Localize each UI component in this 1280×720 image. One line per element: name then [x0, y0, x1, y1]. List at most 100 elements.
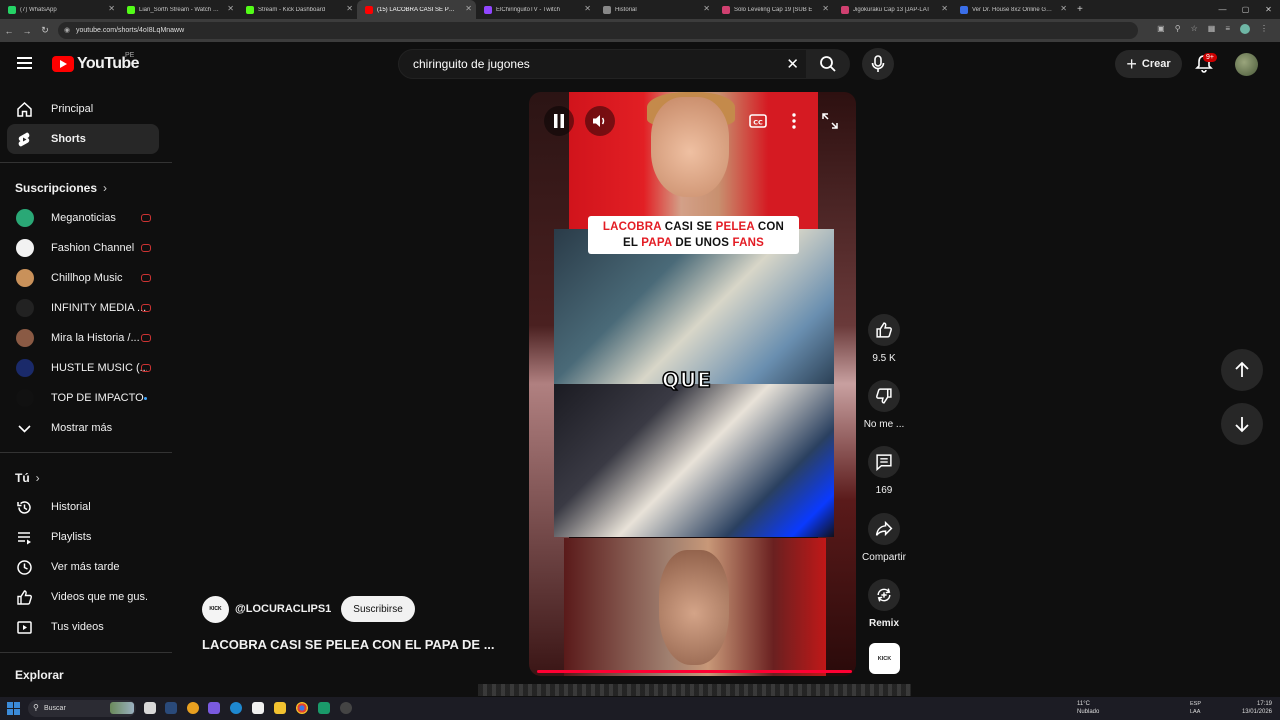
weather-widget[interactable]: 11°C Nublado — [1077, 700, 1099, 716]
volume-button[interactable] — [585, 106, 615, 136]
browser-tab[interactable]: (7) WhatsApp ✕ — [0, 0, 119, 19]
tab-close-icon[interactable]: ✕ — [822, 4, 829, 13]
tab-close-icon[interactable]: ✕ — [584, 4, 591, 13]
captions-icon[interactable]: CC — [748, 111, 768, 131]
explore-heading-label: Explorar — [15, 668, 64, 682]
extensions-icon[interactable]: ▦ — [1208, 24, 1216, 34]
sidebar-item-liked-videos[interactable]: Videos que me gus... — [7, 582, 159, 612]
close-window-icon[interactable]: ✕ — [1257, 0, 1280, 19]
windows-start-icon[interactable] — [7, 702, 20, 715]
subscription-item[interactable]: Mira la Historia /... — [7, 323, 159, 353]
channel-handle[interactable]: @LOCURACLIPS1 — [235, 603, 331, 615]
minimize-icon[interactable]: — — [1211, 0, 1234, 19]
channel-avatar[interactable]: KICK — [202, 595, 229, 623]
create-button[interactable]: + Crear — [1115, 50, 1182, 78]
menu-icon[interactable] — [17, 57, 32, 69]
youtube-logo[interactable]: YouTube PE — [52, 52, 139, 73]
you-heading[interactable]: Tú › — [15, 471, 40, 485]
discord-icon[interactable] — [208, 702, 220, 714]
chrome-icon[interactable] — [296, 702, 308, 714]
previous-short-button[interactable] — [1221, 349, 1263, 391]
browser-tab-strip: (7) WhatsApp ✕ Lian_Sorth Stream - Watch L… — [0, 0, 1280, 19]
reload-icon[interactable]: ↻ — [36, 25, 54, 36]
browser-tab[interactable]: Jigokuraku Cap 13 [JAP-LAT ✕ — [833, 0, 952, 19]
sidebar-item-label: Ver más tarde — [51, 561, 120, 573]
subscriptions-heading[interactable]: Suscripciones › — [15, 181, 107, 195]
browser-tab[interactable]: Solo Leveling Cap 19 [SUB E ✕ — [714, 0, 833, 19]
share-button[interactable] — [868, 513, 900, 545]
reading-list-icon[interactable]: ≡ — [1225, 24, 1230, 34]
file-explorer-icon[interactable] — [274, 702, 286, 714]
video-title[interactable]: LACOBRA CASI SE PELEA CON EL PAPA DE ... — [202, 637, 495, 652]
widget-image-icon[interactable] — [110, 702, 134, 714]
profile-icon[interactable] — [1240, 24, 1250, 34]
tab-close-icon[interactable]: ✕ — [346, 4, 353, 13]
next-short-button[interactable] — [1221, 403, 1263, 445]
subscription-item[interactable]: Fashion Channel — [7, 233, 159, 263]
app-icon[interactable] — [187, 702, 199, 714]
browser-tab[interactable]: Stream - Kick Dashboard ✕ — [238, 0, 357, 19]
show-more-button[interactable]: Mostrar más — [7, 413, 159, 443]
video-progress-bar[interactable] — [537, 670, 852, 673]
sidebar-item-watch-later[interactable]: Ver más tarde — [7, 552, 159, 582]
mic-icon — [871, 55, 885, 72]
task-view-icon[interactable] — [144, 702, 156, 714]
bookmark-star-icon[interactable]: ☆ — [1191, 24, 1198, 34]
subscription-item[interactable]: TOP DE IMPACTO — [7, 383, 159, 413]
sidebar-item-historial[interactable]: Historial — [7, 492, 159, 522]
new-tab-button[interactable]: + — [1077, 4, 1083, 15]
clock-icon — [17, 560, 32, 575]
subscription-item[interactable]: Chillhop Music — [7, 263, 159, 293]
app-icon[interactable] — [318, 702, 330, 714]
edge-icon[interactable] — [230, 702, 242, 714]
pause-button[interactable] — [544, 106, 574, 136]
sidebar-divider — [0, 452, 172, 453]
tab-close-icon[interactable]: ✕ — [465, 4, 472, 13]
next-short-preview[interactable] — [478, 684, 911, 696]
browser-tab[interactable]: (15) LACOBRA CASI SE PELEA ✕ — [357, 0, 476, 19]
search-button[interactable] — [806, 49, 850, 79]
tab-close-icon[interactable]: ✕ — [703, 4, 710, 13]
tab-close-icon[interactable]: ✕ — [227, 4, 234, 13]
browser-tab[interactable]: Lian_Sorth Stream - Watch Live ✕ — [119, 0, 238, 19]
cast-icon[interactable]: ▣ — [1157, 24, 1165, 34]
site-info-icon[interactable]: ◉ — [64, 26, 72, 34]
sidebar-item-shorts[interactable]: Shorts — [7, 124, 159, 154]
fullscreen-icon[interactable] — [820, 111, 840, 131]
forward-icon[interactable]: → — [18, 26, 36, 36]
more-options-icon[interactable] — [784, 111, 804, 131]
clear-search-icon[interactable]: ✕ — [786, 55, 799, 73]
steam-icon[interactable] — [165, 702, 177, 714]
sound-source-thumbnail[interactable]: KICK — [869, 643, 900, 674]
subscribe-button[interactable]: Suscribirse — [341, 596, 415, 622]
store-icon[interactable] — [252, 702, 264, 714]
subscription-item[interactable]: INFINITY MEDIA ... — [7, 293, 159, 323]
dislike-button[interactable] — [868, 380, 900, 412]
browser-tab[interactable]: Historial ✕ — [595, 0, 714, 19]
sidebar-item-your-videos[interactable]: Tus videos — [7, 612, 159, 642]
tab-close-icon[interactable]: ✕ — [941, 4, 948, 13]
sidebar-item-playlists[interactable]: Playlists — [7, 522, 159, 552]
comments-button[interactable] — [868, 446, 900, 478]
obs-icon[interactable] — [340, 702, 352, 714]
like-button[interactable] — [868, 314, 900, 346]
sidebar-item-principal[interactable]: Principal — [7, 94, 159, 124]
browser-tab[interactable]: ElChiringuitoTV - Twitch ✕ — [476, 0, 595, 19]
subscription-item[interactable]: HUSTLE MUSIC (... — [7, 353, 159, 383]
url-bar[interactable]: ◉ youtube.com/shorts/4oI8LqMnaww — [58, 22, 1138, 39]
back-icon[interactable]: ← — [0, 26, 18, 36]
subscription-item[interactable]: Meganoticias — [7, 203, 159, 233]
tab-close-icon[interactable]: ✕ — [108, 4, 115, 13]
account-avatar[interactable] — [1235, 53, 1258, 76]
language-indicator[interactable]: ESP LAA — [1190, 700, 1201, 716]
tab-close-icon[interactable]: ✕ — [1060, 4, 1067, 13]
voice-search-button[interactable] — [862, 48, 894, 80]
shorts-video-player[interactable]: LACOBRA CASI SE PELEA CON EL PAPA DE UNO… — [529, 92, 856, 676]
browser-tab[interactable]: Ver Dr. House 8x2 Online Grati ✕ — [952, 0, 1071, 19]
maximize-icon[interactable]: ▢ — [1234, 0, 1257, 19]
search-input[interactable]: chiringuito de jugones ✕ — [398, 49, 810, 79]
remix-button[interactable] — [868, 579, 900, 611]
clock[interactable]: 17:19 13/01/2026 — [1242, 700, 1272, 716]
browser-menu-icon[interactable]: ⋮ — [1260, 24, 1268, 34]
zoom-icon[interactable]: ⚲ — [1175, 24, 1181, 34]
